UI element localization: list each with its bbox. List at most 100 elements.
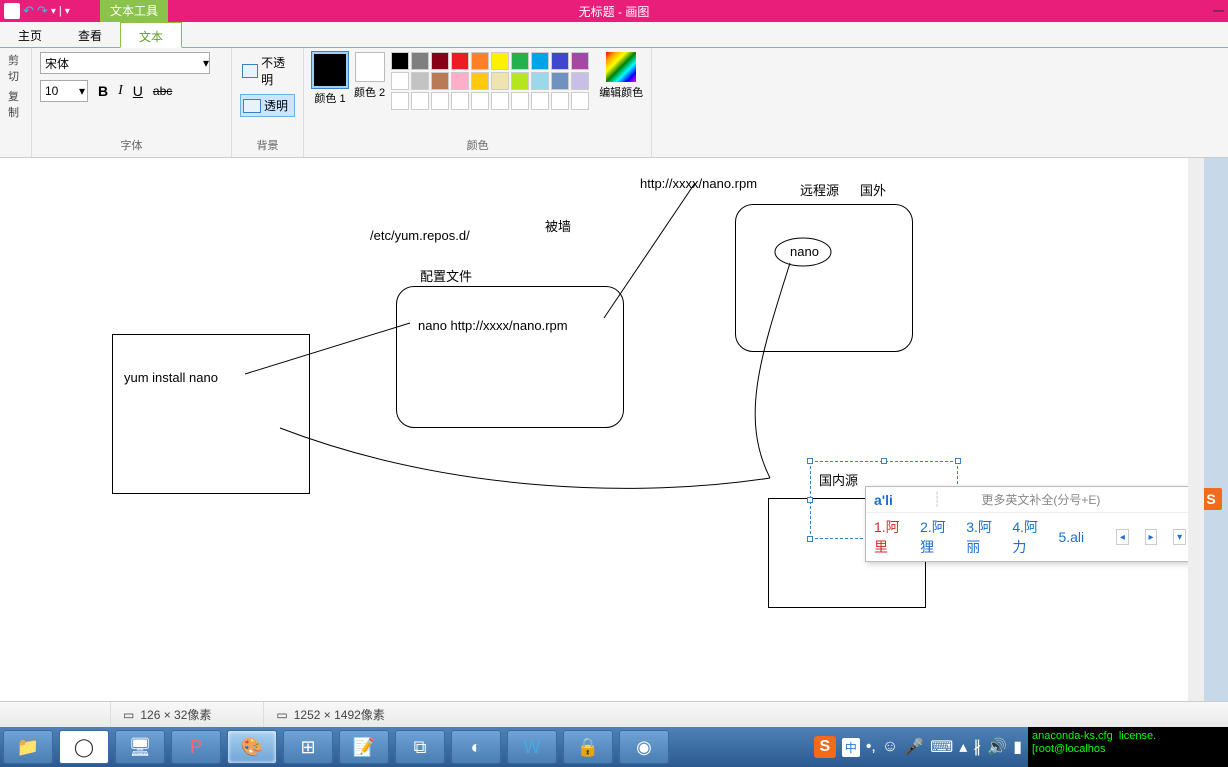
tray-smile-icon[interactable]: ☺ [882, 738, 898, 756]
color-swatch[interactable] [451, 92, 469, 110]
color-swatch[interactable] [511, 52, 529, 70]
label-yum-text: yum install nano [124, 370, 218, 385]
ribbon-tabs: 主页 查看 文本 [0, 22, 1228, 48]
tab-text[interactable]: 文本 [120, 22, 182, 48]
color-swatch[interactable] [491, 72, 509, 90]
ribbon: 剪切 复制 宋体 ▾ 10 ▾ B I U abc 字体 不透明 [0, 48, 1228, 158]
color-swatch[interactable] [471, 52, 489, 70]
ime-candidate-2[interactable]: 2.阿狸 [920, 517, 950, 557]
tray-volume-icon[interactable]: 🔊 [987, 737, 1007, 757]
taskbar-edge[interactable]: ◐ [451, 730, 501, 764]
taskbar-vmware[interactable]: ⧉ [395, 730, 445, 764]
color1-button[interactable]: 颜色 1 [312, 52, 348, 106]
color-swatch[interactable] [511, 92, 529, 110]
undo-icon[interactable]: ↶ [23, 3, 34, 19]
color-swatch[interactable] [551, 92, 569, 110]
ime-next-icon[interactable]: ▸ [1145, 529, 1158, 545]
color-swatch[interactable] [451, 72, 469, 90]
taskbar-desktop[interactable]: 🖥 [115, 730, 165, 764]
color-swatch[interactable] [411, 52, 429, 70]
scrollbar-vertical[interactable] [1188, 158, 1204, 713]
terminal-preview[interactable]: anaconda-ks.cfg license. [root@localhos [1028, 727, 1228, 767]
color-swatch[interactable] [391, 52, 409, 70]
taskbar-word[interactable]: W [507, 730, 557, 764]
font-size-select[interactable]: 10 ▾ [40, 80, 88, 102]
color-swatch[interactable] [491, 52, 509, 70]
color2-button[interactable]: 颜色 2 [354, 52, 385, 100]
taskbar-security[interactable]: 🔒 [563, 730, 613, 764]
workspace: http://xxxx/nano.rpm 远程源 国外 被墙 /etc/yum.… [0, 158, 1228, 727]
group-clipboard: 剪切 复制 [0, 48, 32, 157]
tray-punct-icon[interactable]: •, [866, 738, 876, 756]
copy-button[interactable]: 复制 [8, 88, 23, 120]
color-swatch[interactable] [431, 92, 449, 110]
font-family-value: 宋体 [45, 55, 69, 72]
label-foreign: 国外 [860, 180, 886, 199]
ime-candidate-5[interactable]: 5.ali [1058, 529, 1084, 545]
tray-bluetooth-icon[interactable]: ∦ [973, 737, 981, 757]
color-swatch[interactable] [411, 92, 429, 110]
edit-colors-button[interactable]: 编辑颜色 [599, 52, 643, 100]
italic-button[interactable]: I [118, 83, 123, 99]
tab-home[interactable]: 主页 [0, 22, 60, 47]
font-family-select[interactable]: 宋体 ▾ [40, 52, 210, 74]
bold-button[interactable]: B [98, 83, 108, 99]
taskbar-explorer[interactable]: 📁 [3, 730, 53, 764]
color-swatch[interactable] [411, 72, 429, 90]
color-swatch[interactable] [451, 52, 469, 70]
color-swatch[interactable] [531, 52, 549, 70]
taskbar-chrome[interactable]: ◯ [59, 730, 109, 764]
color-swatch[interactable] [431, 52, 449, 70]
canvas-area[interactable]: http://xxxx/nano.rpm 远程源 国外 被墙 /etc/yum.… [0, 158, 1188, 713]
underline-button[interactable]: U [133, 83, 143, 99]
sogou-tray-icon[interactable]: S [814, 736, 836, 758]
redo-icon[interactable]: ↷ [37, 3, 48, 19]
group-label-font: 字体 [40, 137, 223, 153]
minimize-button[interactable]: — [1213, 5, 1224, 17]
group-colors: 颜色 1 颜色 2 编辑颜色 颜色 [304, 48, 652, 157]
color-swatch[interactable] [531, 92, 549, 110]
color-swatch[interactable] [391, 72, 409, 90]
taskbar-notepad[interactable]: 📝 [339, 730, 389, 764]
ime-candidate-3[interactable]: 3.阿丽 [966, 517, 996, 557]
qat-dropdown-icon[interactable]: ▾ [51, 6, 56, 17]
color-swatch[interactable] [531, 72, 549, 90]
tray-keyboard-icon[interactable]: ⌨ [930, 737, 953, 757]
color-swatch[interactable] [511, 72, 529, 90]
color-swatch[interactable] [491, 92, 509, 110]
cut-button[interactable]: 剪切 [8, 52, 23, 84]
context-tab: 文本工具 [100, 0, 168, 22]
taskbar-app1[interactable]: ⊞ [283, 730, 333, 764]
tray-battery-icon[interactable]: ▮ [1013, 737, 1022, 757]
ime-prev-icon[interactable]: ◂ [1116, 529, 1129, 545]
color-swatch[interactable] [551, 52, 569, 70]
tab-view[interactable]: 查看 [60, 22, 120, 47]
status-canvas-size: ▭ 1252 × 1492像素 [264, 706, 396, 723]
taskbar: 📁 ◯ 🖥 P 🎨 ⊞ 📝 ⧉ ◐ W 🔒 ◉ anaconda-ks.cfg … [0, 727, 1228, 767]
taskbar-paint[interactable]: 🎨 [227, 730, 277, 764]
taskbar-wps[interactable]: P [171, 730, 221, 764]
ime-lang-icon[interactable]: 中 [842, 738, 860, 757]
color-swatch[interactable] [391, 92, 409, 110]
color-swatch[interactable] [471, 72, 489, 90]
color-swatch[interactable] [471, 92, 489, 110]
color-swatch[interactable] [571, 52, 589, 70]
ime-candidate-1[interactable]: 1.阿里 [874, 517, 904, 557]
strikethrough-button[interactable]: abc [153, 84, 172, 98]
group-font: 宋体 ▾ 10 ▾ B I U abc 字体 [32, 48, 232, 157]
ime-hint: 更多英文补全(分号+E) [981, 491, 1100, 508]
ime-menu-icon[interactable]: ▾ [1173, 529, 1186, 545]
tray-up-icon[interactable]: ▴ [959, 737, 967, 757]
color-swatch[interactable] [551, 72, 569, 90]
ime-candidate-4[interactable]: 4.阿力 [1012, 517, 1042, 557]
color1-swatch [312, 52, 348, 88]
tray-mic-icon[interactable]: 🎤 [904, 737, 924, 757]
taskbar-app2[interactable]: ◉ [619, 730, 669, 764]
label-wall: 被墙 [545, 216, 571, 235]
opaque-button[interactable]: 不透明 [240, 52, 295, 90]
color-swatch[interactable] [571, 92, 589, 110]
color-swatch[interactable] [431, 72, 449, 90]
transparent-button[interactable]: 透明 [240, 94, 295, 117]
color-swatch[interactable] [571, 72, 589, 90]
qat-dropdown2-icon[interactable]: ▾ [65, 6, 70, 17]
